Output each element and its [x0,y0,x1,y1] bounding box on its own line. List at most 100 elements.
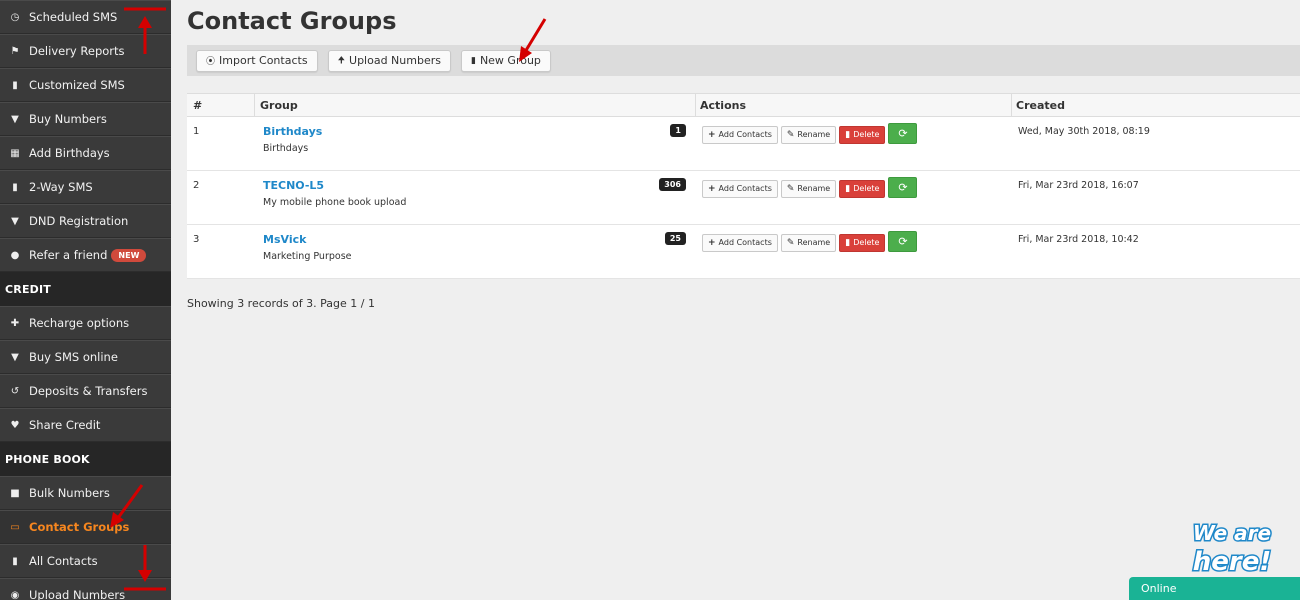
comment-icon: ▮ [12,181,18,193]
rename-button[interactable]: ✎ Rename [780,233,837,252]
created-cell: Wed, May 30th 2018, 08:19 [1012,117,1300,170]
chat-online-bar[interactable]: Online [1129,577,1300,600]
chat-logo[interactable]: We are here! [1174,514,1290,577]
cart-icon: ▼ [11,113,19,125]
import-contacts-button[interactable]: ⦿ Import Contacts [196,49,318,72]
row-number: 1 [193,126,200,137]
sidebar-item-label: Refer a friend [29,248,108,262]
refresh-icon: ⟳ [898,127,908,140]
grid-icon: ▦ [10,147,20,159]
row-number: 2 [193,180,200,191]
edit-icon: ✎ [786,183,795,194]
refresh-button[interactable]: ⟳ [888,123,918,144]
header-num[interactable]: # [187,94,255,116]
plus-icon: + [708,183,716,194]
rename-button[interactable]: ✎ Rename [780,179,837,198]
upload-numbers-button[interactable]: 🠉 Upload Numbers [327,49,451,72]
new-group-button[interactable]: ▮ New Group [460,49,551,72]
add-contacts-button[interactable]: + Add Contacts [702,179,778,198]
sidebar-item-label: Contact Groups [29,520,130,534]
sidebar-item-share-credit[interactable]: ♥ Share Credit [0,408,171,442]
transfer-icon: ↺ [10,385,20,397]
clock-icon: ◷ [10,11,20,23]
add-contacts-label: Add Contacts [718,184,772,193]
delete-label: Delete [853,130,880,139]
sidebar-item-label: All Contacts [29,554,98,568]
group-cell: TECNO-L5 My mobile phone book upload 306 [255,171,696,224]
sidebar-item-label: Buy SMS online [29,350,118,364]
created-date: Fri, Mar 23rd 2018, 16:07 [1018,180,1139,191]
edit-icon: ✎ [786,129,795,140]
folder-icon: ■ [10,487,20,499]
sidebar: ◷ Scheduled SMS ⚑ Delivery Reports ▮ Cus… [0,0,171,600]
created-cell: Fri, Mar 23rd 2018, 16:07 [1012,171,1300,224]
sidebar-item-buy-numbers[interactable]: ▼ Buy Numbers [0,102,171,136]
import-contacts-label: Import Contacts [219,54,308,67]
sidebar-item-label: 2-Way SMS [29,180,93,194]
arrow-up-icon: 🠉 [337,55,346,66]
sidebar-item-upload-numbers[interactable]: ◉ Upload Numbers [0,578,171,600]
sidebar-item-label: Bulk Numbers [29,486,110,500]
header-group[interactable]: Group [255,94,696,116]
rename-label: Rename [797,130,831,139]
sidebar-item-buy-sms-online[interactable]: ▼ Buy SMS online [0,340,171,374]
group-name-link[interactable]: TECNO-L5 [263,179,324,192]
sidebar-item-dnd-registration[interactable]: ▼ DND Registration [0,204,171,238]
table-row: 1 Birthdays Birthdays 1 + Add Contacts ✎ R… [187,117,1300,171]
sidebar-item-label: Buy Numbers [29,112,107,126]
toolbar: ⦿ Import Contacts 🠉 Upload Numbers ▮ New… [187,45,1300,76]
chat-status: Online [1141,582,1177,595]
sidebar-item-add-birthdays[interactable]: ▦ Add Birthdays [0,136,171,170]
edit-icon: ✎ [786,237,795,248]
sidebar-item-label: Scheduled SMS [29,10,118,24]
sidebar-item-refer-a-friend[interactable]: ● Refer a friend NEW [0,238,171,272]
sidebar-item-contact-groups[interactable]: ▭ Contact Groups [0,510,171,544]
plus-icon: + [708,237,716,248]
sidebar-item-label: Add Birthdays [29,146,110,160]
main-content: Contact Groups ⦿ Import Contacts 🠉 Uploa… [171,0,1300,600]
sidebar-item-bulk-numbers[interactable]: ■ Bulk Numbers [0,476,171,510]
refresh-icon: ⟳ [898,181,908,194]
add-contacts-button[interactable]: + Add Contacts [702,233,778,252]
sidebar-item-delivery-reports[interactable]: ⚑ Delivery Reports [0,34,171,68]
sidebar-item-recharge-options[interactable]: ✚ Recharge options [0,306,171,340]
contact-count-badge: 306 [659,178,686,191]
group-name-link[interactable]: Birthdays [263,125,322,138]
cart-icon: ▼ [11,351,19,363]
delete-button[interactable]: ▮ Delete [839,125,886,144]
delete-button[interactable]: ▮ Delete [839,179,886,198]
header-created[interactable]: Created [1012,94,1300,116]
refresh-button[interactable]: ⟳ [888,231,918,252]
group-name-link[interactable]: MsVick [263,233,306,246]
delete-button[interactable]: ▮ Delete [839,233,886,252]
trash-icon: ▮ [845,129,851,140]
sidebar-item-deposits-transfers[interactable]: ↺ Deposits & Transfers [0,374,171,408]
sidebar-item-scheduled-sms[interactable]: ◷ Scheduled SMS [0,0,171,34]
created-date: Fri, Mar 23rd 2018, 10:42 [1018,234,1139,245]
row-number: 3 [193,234,200,245]
sidebar-item-all-contacts[interactable]: ▮ All Contacts [0,544,171,578]
upload-icon: ◉ [10,589,20,600]
group-cell: Birthdays Birthdays 1 [255,117,696,170]
created-date: Wed, May 30th 2018, 08:19 [1018,126,1150,137]
actions-cell: + Add Contacts ✎ Rename ▮ Delete ⟳ [696,225,1012,278]
user-icon: ● [10,249,20,261]
filter-icon: ▼ [11,215,19,227]
sidebar-item-label: Share Credit [29,418,101,432]
refresh-button[interactable]: ⟳ [888,177,918,198]
trash-icon: ▮ [845,237,851,248]
rename-button[interactable]: ✎ Rename [780,125,837,144]
sidebar-item-2-way-sms[interactable]: ▮ 2-Way SMS [0,170,171,204]
plus-icon: ✚ [10,317,20,329]
page-title: Contact Groups [187,7,397,35]
folder-open-icon: ▭ [10,521,20,533]
rename-label: Rename [797,238,831,247]
rename-label: Rename [797,184,831,193]
chat-logo-line2: here! [1193,547,1271,576]
sidebar-item-customized-sms[interactable]: ▮ Customized SMS [0,68,171,102]
sidebar-heading-credit: CREDIT [0,272,171,306]
sidebar-item-label: Recharge options [29,316,130,330]
add-contacts-button[interactable]: + Add Contacts [702,125,778,144]
contact-count-badge: 1 [670,124,686,137]
sidebar-item-label: Deposits & Transfers [29,384,148,398]
